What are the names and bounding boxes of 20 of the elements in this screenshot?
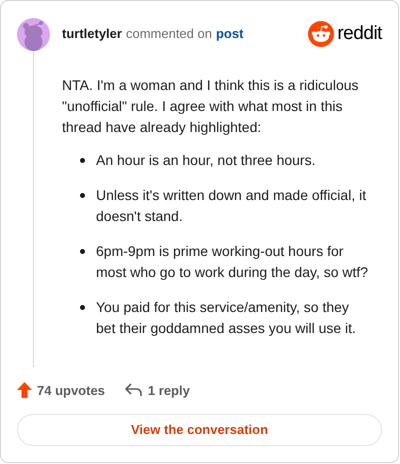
reply-icon[interactable]	[124, 383, 142, 398]
action-text: commented on	[126, 25, 212, 44]
bullet-icon	[80, 249, 85, 254]
bullet-text: An hour is an hour, not three hours.	[96, 151, 316, 170]
avatar-icon	[17, 18, 50, 50]
upvote-icon[interactable]	[17, 382, 32, 398]
bullet-icon	[80, 158, 85, 163]
comment-text: NTA. I'm a woman and I think this is a ridiculous "unofficial" rule. I agree with what most in this thread have already highlighted:	[62, 76, 360, 137]
bullet-text: Unless it's written down and made official, it doesn't stand.	[96, 186, 368, 226]
brand-name: reddit	[337, 22, 382, 46]
upvote-count: 74 upvotes	[37, 382, 105, 400]
view-conversation-button[interactable]: View the conversation	[17, 414, 382, 446]
reply-count: 1 reply	[148, 382, 190, 400]
bullet-icon	[80, 305, 85, 310]
bullet-icon	[80, 193, 85, 198]
post-link[interactable]: post	[216, 24, 244, 44]
bullet-text: 6pm-9pm is prime working-out hours for most who go to work during the day, so wtf?	[96, 242, 370, 282]
username[interactable]: turtletyler	[62, 24, 122, 44]
bullet-text: You paid for this service/amenity, so they bet their goddamned asses you will use it.	[96, 298, 357, 338]
reddit-logo-icon	[308, 21, 334, 47]
